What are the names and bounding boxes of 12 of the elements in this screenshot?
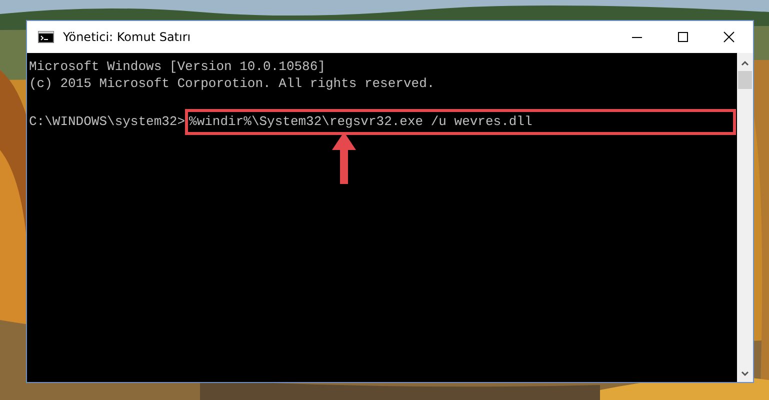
console-line: (c) 2015 Microsoft Corporotion. All rights reserved.: [29, 76, 436, 92]
close-icon[interactable]: [723, 31, 735, 43]
console-icon: [38, 31, 54, 43]
window-title: Yönetici: Komut Satırı: [63, 30, 192, 44]
scroll-thumb[interactable]: [738, 71, 752, 89]
scrollbar[interactable]: [737, 53, 753, 382]
command-text: %windir%\System32\regsvr32.exe /u wevres.dll: [185, 108, 736, 135]
command-prompt: C:\WINDOWS\system32>: [29, 114, 186, 130]
scroll-down-icon[interactable]: [740, 370, 750, 378]
console-line: Microsoft Windows [Version 10.0.10586]: [29, 59, 326, 76]
maximize-icon[interactable]: [677, 31, 689, 43]
scroll-up-icon[interactable]: [740, 59, 750, 67]
